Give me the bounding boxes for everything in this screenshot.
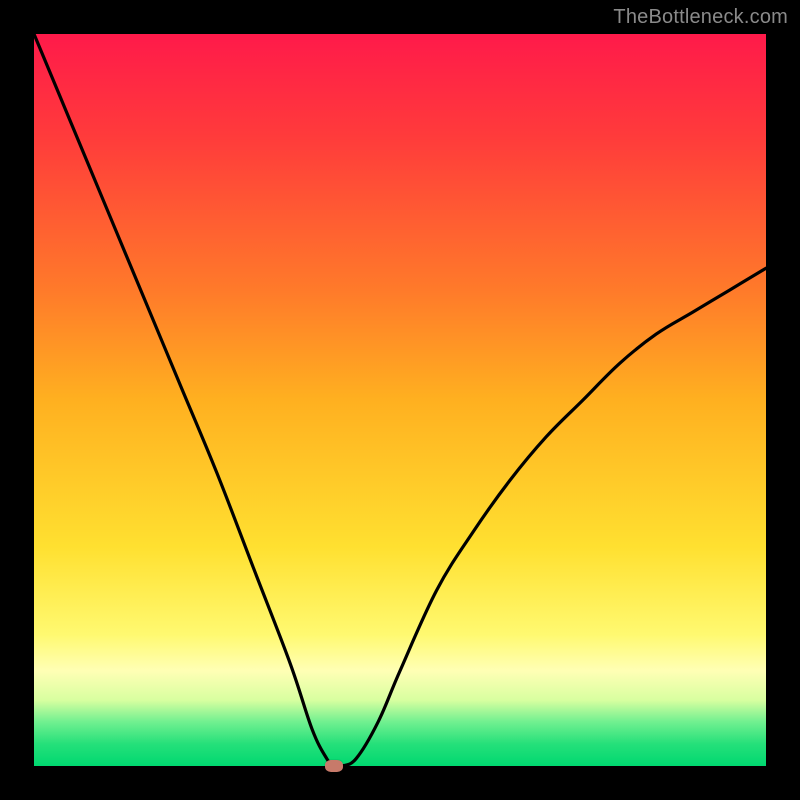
optimum-marker [325,760,343,772]
watermark-text: TheBottleneck.com [613,6,788,29]
chart-stage: TheBottleneck.com [0,0,800,800]
plot-area [34,34,766,766]
bottleneck-curve [34,34,766,766]
